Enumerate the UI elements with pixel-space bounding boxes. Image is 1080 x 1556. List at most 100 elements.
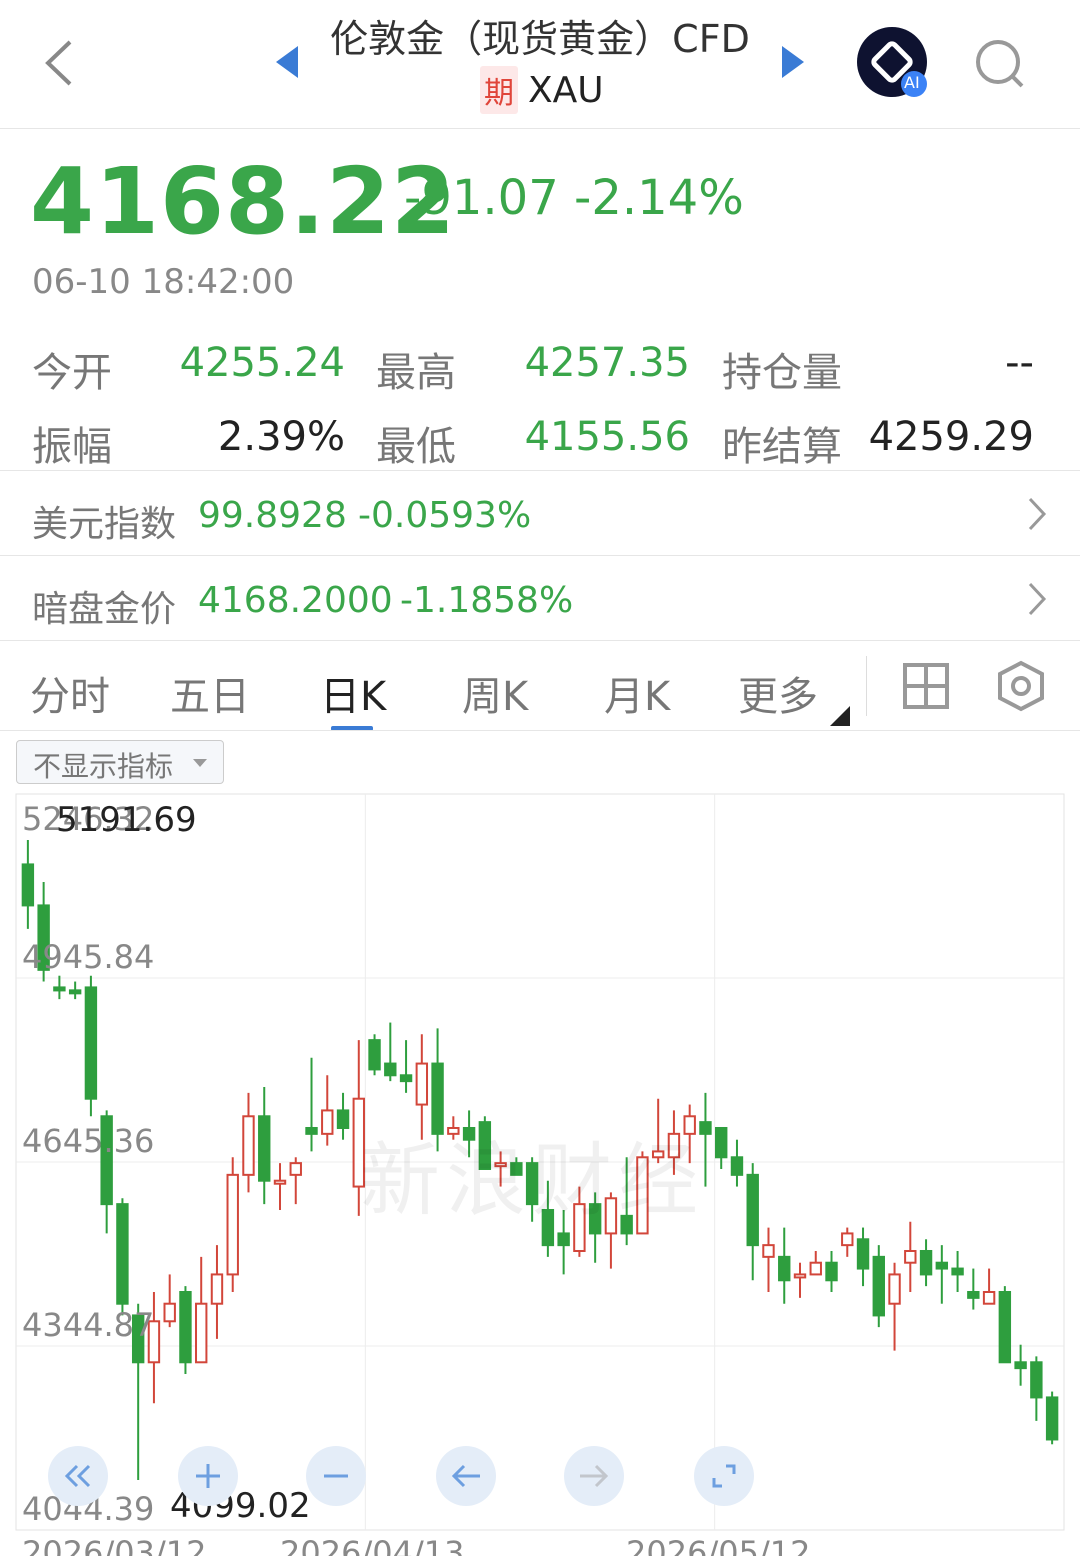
candle-body: [336, 1109, 350, 1129]
candle-body: [825, 1261, 838, 1282]
candle-body: [210, 1273, 224, 1305]
high-label: 最高: [376, 350, 456, 396]
related-label: 暗盘金价: [32, 589, 177, 630]
chevron-right-icon: [1028, 582, 1047, 616]
caret-down-icon: [193, 759, 207, 767]
prev-settle-value: 4259.29: [868, 414, 1034, 460]
tab-monthly-k[interactable]: 月K: [604, 664, 670, 722]
low-value: 4155.56: [524, 414, 690, 460]
candle-body: [557, 1232, 570, 1247]
candle-body: [872, 1255, 885, 1317]
candle-body: [258, 1115, 271, 1182]
x-tick-label: 2026/03/12: [22, 1534, 207, 1556]
candle-body: [21, 863, 35, 907]
amplitude-value: 2.39%: [217, 414, 345, 460]
double-chevron-left-icon: [64, 1464, 91, 1488]
related-label: 美元指数: [32, 504, 177, 545]
expand-icon: [712, 1464, 736, 1488]
candle-body: [242, 1115, 255, 1176]
open-value: 4255.24: [179, 340, 345, 386]
related-pct: -0.0593%: [358, 495, 532, 536]
max-price-label: 5191.69: [56, 800, 197, 840]
rewind-button[interactable]: [48, 1446, 108, 1506]
x-tick-label: 2026/04/13: [280, 1534, 465, 1556]
amplitude-label: 振幅: [32, 424, 112, 470]
related-pct: -1.1858%: [400, 580, 574, 621]
tab-intraday[interactable]: 分时: [30, 664, 110, 722]
dollar-index-row[interactable]: 美元指数 99.8928 -0.0593%: [0, 471, 1080, 555]
candle-body: [746, 1173, 759, 1247]
candle-body: [163, 1302, 176, 1323]
prev-settle-label: 昨结算: [722, 424, 842, 470]
candle-body: [715, 1126, 728, 1159]
reset-view-button[interactable]: [694, 1446, 754, 1506]
candle-body: [68, 989, 82, 995]
candle-body: [793, 1273, 807, 1279]
candle-body: [305, 1126, 318, 1135]
candle-body: [841, 1232, 854, 1247]
zoom-in-button[interactable]: [178, 1446, 238, 1506]
candle-body: [368, 1039, 381, 1071]
arrow-left-icon: [451, 1464, 480, 1488]
chevron-right-icon: [1028, 497, 1047, 531]
more-corner-icon: [830, 706, 850, 726]
search-icon[interactable]: [974, 38, 1026, 90]
y-tick-label: 4645.36: [22, 1122, 155, 1160]
related-value: 99.8928: [198, 495, 347, 536]
plus-icon: [196, 1464, 220, 1488]
price-change-pct: -2.14%: [574, 170, 744, 226]
dark-gold-row[interactable]: 暗盘金价 4168.2000 -1.1858%: [0, 556, 1080, 640]
low-label: 最低: [376, 424, 456, 470]
candle-body: [888, 1273, 901, 1305]
tab-more[interactable]: 更多: [738, 664, 818, 722]
candle-body: [982, 1290, 996, 1305]
candle-body: [195, 1302, 208, 1364]
candle-body: [951, 1267, 964, 1276]
candle-body: [809, 1261, 822, 1276]
pan-right-button[interactable]: [564, 1446, 624, 1506]
zoom-out-button[interactable]: [306, 1446, 366, 1506]
candle-body: [321, 1109, 334, 1135]
tab-daily-k[interactable]: 日K: [320, 664, 386, 722]
candle-body: [998, 1290, 1012, 1364]
candle-body: [415, 1062, 429, 1106]
candle-body: [1045, 1396, 1059, 1441]
ai-badge: AI: [904, 73, 920, 92]
candle-body: [53, 986, 66, 992]
open-interest-label: 持仓量: [722, 350, 842, 396]
y-tick-label: 4945.84: [22, 938, 155, 976]
candle-body: [1014, 1361, 1027, 1370]
candle-body: [904, 1249, 917, 1264]
grid-layout-icon[interactable]: [902, 662, 950, 710]
candle-body: [935, 1261, 949, 1270]
candle-body: [116, 1203, 129, 1305]
next-arrow-icon[interactable]: [780, 44, 806, 80]
minus-icon: [324, 1474, 348, 1478]
candle-body: [179, 1290, 192, 1364]
candle-body: [1030, 1361, 1043, 1399]
chart-watermark: 新浪财经: [360, 1134, 704, 1227]
tab-weekly-k[interactable]: 周K: [462, 664, 528, 722]
candle-body: [226, 1173, 239, 1276]
high-value: 4257.35: [524, 340, 690, 386]
candle-body: [856, 1238, 870, 1270]
candle-body: [967, 1290, 980, 1299]
arrow-right-icon: [580, 1464, 609, 1488]
ai-assistant-button[interactable]: AI: [856, 26, 932, 100]
candle-body: [730, 1156, 744, 1176]
symbol-code: XAU: [528, 69, 604, 111]
open-label: 今开: [32, 350, 112, 396]
candle-body: [289, 1162, 302, 1176]
quote-time: 06-10 18:42:00: [32, 262, 295, 302]
symbol-line: 期 XAU: [480, 66, 604, 114]
indicator-dropdown[interactable]: 不显示指标: [16, 740, 224, 784]
x-tick-label: 2026/05/12: [626, 1534, 811, 1556]
tab-five-day[interactable]: 五日: [170, 664, 250, 722]
candle-body: [273, 1179, 287, 1185]
related-value: 4168.2000: [198, 580, 393, 621]
pan-left-button[interactable]: [436, 1446, 496, 1506]
indicator-dropdown-label: 不显示指标: [33, 750, 174, 783]
candle-body: [762, 1244, 775, 1258]
futures-tag: 期: [480, 66, 518, 114]
settings-icon[interactable]: [996, 660, 1046, 712]
